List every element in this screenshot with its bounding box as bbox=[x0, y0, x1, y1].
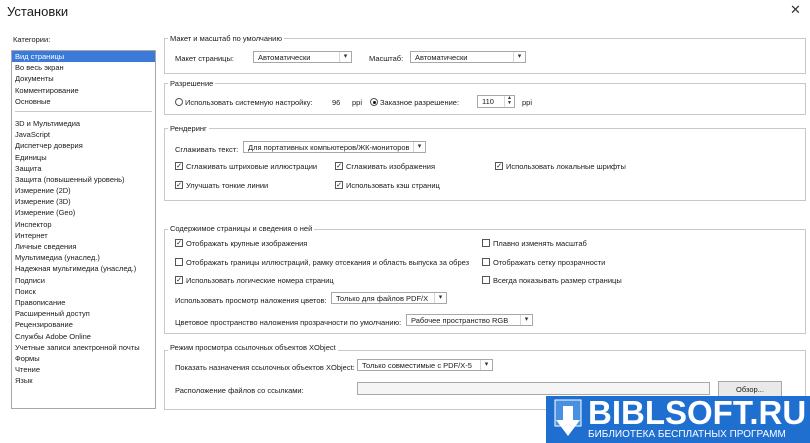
smooth-zoom-label: Плавно изменять масштаб bbox=[493, 239, 587, 248]
spinner-icon[interactable]: ▲ ▼ bbox=[504, 96, 514, 107]
thin-lines-label: Улучшать тонкие линии bbox=[186, 181, 269, 190]
blend-space-select[interactable]: Рабочее пространство RGB ▾ bbox=[406, 314, 533, 326]
category-item[interactable]: Службы Adobe Online bbox=[12, 331, 155, 342]
category-item[interactable]: Учетные записи электронной почты bbox=[12, 342, 155, 353]
watermark-title: BIBLSOFT.RU bbox=[588, 394, 807, 431]
system-resolution-unit: ppi bbox=[352, 98, 363, 107]
page-layout-select[interactable]: Автоматически ▾ bbox=[253, 51, 352, 63]
category-item[interactable]: Язык bbox=[12, 375, 155, 386]
category-item[interactable]: Измерение (Geo) bbox=[12, 207, 155, 218]
overprint-select[interactable]: Только для файлов PDF/X ▾ bbox=[331, 292, 447, 304]
system-resolution-radio[interactable] bbox=[175, 98, 183, 106]
category-item[interactable]: Основные bbox=[12, 96, 155, 107]
custom-resolution-label: Заказное разрешение: bbox=[380, 98, 460, 107]
smooth-line-art-label: Сглаживать штриховые иллюстрации bbox=[186, 162, 318, 171]
smooth-images-checkbox[interactable]: ✓ bbox=[335, 162, 343, 170]
art-trim-bleed-checkbox[interactable] bbox=[175, 258, 183, 266]
xobject-show-label: Показать назначения ссылочных объектов X… bbox=[175, 363, 355, 372]
category-item[interactable]: Надежная мультимедиа (унаслед.) bbox=[12, 263, 155, 274]
page-cache-label: Использовать кэш страниц bbox=[346, 181, 440, 190]
category-item[interactable]: Диспетчер доверия bbox=[12, 140, 155, 151]
download-arrow-icon bbox=[554, 399, 582, 436]
xobject-show-select[interactable]: Только совместимые с PDF/X-5 ▾ bbox=[357, 359, 493, 371]
category-item[interactable]: Измерение (2D) bbox=[12, 185, 155, 196]
smooth-images-label: Сглаживать изображения bbox=[346, 162, 436, 171]
category-item[interactable]: Мультимедиа (унаслед.) bbox=[12, 252, 155, 263]
chevron-down-icon: ▾ bbox=[339, 52, 351, 62]
thin-lines-checkbox[interactable]: ✓ bbox=[175, 181, 183, 189]
system-resolution-value: 96 bbox=[332, 98, 341, 107]
category-item[interactable]: Формы bbox=[12, 353, 155, 364]
category-item[interactable]: Рецензирование bbox=[12, 319, 155, 330]
category-item[interactable]: Во весь экран bbox=[12, 62, 155, 73]
page-content-title: Содержимое страницы и сведения о ней bbox=[168, 224, 315, 233]
linked-files-label: Расположение файлов со ссылками: bbox=[175, 386, 304, 395]
blend-space-label: Цветовое пространство наложения прозрачн… bbox=[175, 318, 402, 327]
category-item[interactable]: Правописание bbox=[12, 297, 155, 308]
category-item[interactable]: Комментирование bbox=[12, 85, 155, 96]
smooth-text-label: Сглаживать текст: bbox=[175, 145, 239, 154]
custom-resolution-unit: ppi bbox=[522, 98, 533, 107]
page-cache-checkbox[interactable]: ✓ bbox=[335, 181, 343, 189]
smooth-text-value: Для портативных компьютеров/ЖК-мониторов bbox=[248, 143, 410, 152]
local-fonts-checkbox[interactable]: ✓ bbox=[495, 162, 503, 170]
art-trim-bleed-label: Отображать границы иллюстраций, рамку от… bbox=[186, 258, 470, 267]
zoom-label: Масштаб: bbox=[369, 54, 404, 63]
category-item[interactable]: Измерение (3D) bbox=[12, 196, 155, 207]
category-item[interactable]: Вид страницы bbox=[12, 51, 155, 63]
transparency-grid-label: Отображать сетку прозрачности bbox=[493, 258, 606, 267]
blend-space-value: Рабочее пространство RGB bbox=[411, 316, 509, 325]
category-item[interactable]: Чтение bbox=[12, 364, 155, 375]
chevron-down-icon: ▾ bbox=[434, 293, 446, 303]
resolution-title: Разрешение bbox=[168, 79, 216, 88]
overprint-label: Использовать просмотр наложения цветов: bbox=[175, 296, 327, 305]
category-divider bbox=[15, 110, 152, 112]
category-item[interactable]: Поиск bbox=[12, 286, 155, 297]
smooth-line-art-checkbox[interactable]: ✓ bbox=[175, 162, 183, 170]
layout-zoom-title: Макет и масштаб по умолчанию bbox=[168, 34, 284, 43]
logical-page-numbers-checkbox[interactable]: ✓ bbox=[175, 276, 183, 284]
custom-resolution-input[interactable]: 110 ▲ ▼ bbox=[477, 95, 515, 108]
category-item[interactable]: JavaScript bbox=[12, 129, 155, 140]
category-item[interactable]: Единицы bbox=[12, 152, 155, 163]
close-icon[interactable]: ✕ bbox=[790, 2, 801, 18]
overprint-value: Только для файлов PDF/X bbox=[336, 294, 429, 303]
watermark-subtitle: БИБЛИОТЕКА БЕСПЛАТНЫХ ПРОГРАММ bbox=[588, 429, 786, 440]
chevron-down-icon: ▾ bbox=[520, 315, 532, 325]
category-item[interactable]: Защита (повышенный уровень) bbox=[12, 174, 155, 185]
category-item[interactable]: Документы bbox=[12, 73, 155, 84]
custom-resolution-radio[interactable] bbox=[370, 98, 378, 106]
xobject-show-value: Только совместимые с PDF/X-5 bbox=[362, 361, 472, 370]
rendering-title: Рендеринг bbox=[168, 124, 209, 133]
category-item[interactable]: Расширенный доступ bbox=[12, 308, 155, 319]
category-item[interactable]: Инспектор bbox=[12, 219, 155, 230]
chevron-down-icon: ▾ bbox=[480, 360, 492, 370]
category-item[interactable]: Подписи bbox=[12, 275, 155, 286]
categories-list[interactable]: Вид страницы Во весь экран Документы Коммен… bbox=[11, 50, 156, 409]
categories-label: Категории: bbox=[13, 35, 51, 44]
transparency-grid-checkbox[interactable] bbox=[482, 258, 490, 266]
zoom-select[interactable]: Автоматически ▾ bbox=[410, 51, 526, 63]
category-item[interactable]: Интернет bbox=[12, 230, 155, 241]
system-resolution-label: Использовать системную настройку: bbox=[185, 98, 313, 107]
smooth-zoom-checkbox[interactable] bbox=[482, 239, 490, 247]
smooth-text-select[interactable]: Для портативных компьютеров/ЖК-мониторов… bbox=[243, 141, 426, 153]
window-title: Установки bbox=[7, 4, 69, 19]
category-item[interactable]: Защита bbox=[12, 163, 155, 174]
page-size-checkbox[interactable] bbox=[482, 276, 490, 284]
xobject-title: Режим просмотра ссылочных объектов XObje… bbox=[168, 343, 338, 352]
chevron-down-icon: ▾ bbox=[513, 52, 525, 62]
page-layout-value: Автоматически bbox=[258, 53, 311, 62]
page-layout-label: Макет страницы: bbox=[175, 54, 234, 63]
local-fonts-label: Использовать локальные шрифты bbox=[506, 162, 626, 171]
custom-resolution-value: 110 bbox=[482, 97, 494, 106]
page-size-label: Всегда показывать размер страницы bbox=[493, 276, 622, 285]
chevron-down-icon: ▾ bbox=[413, 142, 425, 152]
category-item[interactable]: 3D и Мультимедиа bbox=[12, 118, 155, 129]
category-item[interactable]: Личные сведения bbox=[12, 241, 155, 252]
large-images-label: Отображать крупные изображения bbox=[186, 239, 308, 248]
logical-page-numbers-label: Использовать логические номера страниц bbox=[186, 276, 334, 285]
zoom-value: Автоматически bbox=[415, 53, 468, 62]
large-images-checkbox[interactable]: ✓ bbox=[175, 239, 183, 247]
